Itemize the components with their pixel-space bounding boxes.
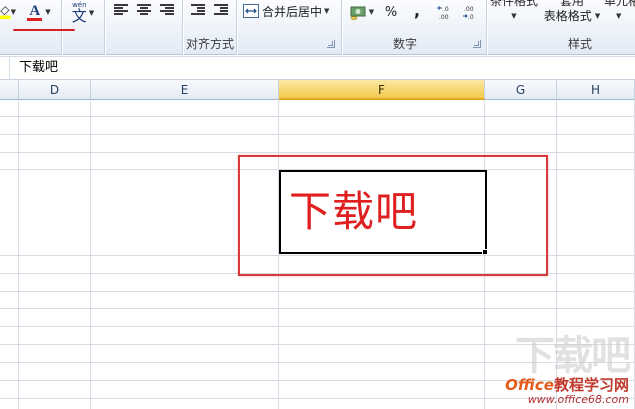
increase-indent-icon[interactable]	[214, 4, 228, 16]
format-as-table-label: 表格格式	[543, 9, 592, 23]
format-as-table-button[interactable]: 套用 表格格式 ▼	[540, 0, 604, 28]
accounting-format-button[interactable]: ▼	[347, 2, 377, 22]
annotation-highlight-box	[238, 155, 548, 276]
column-headers: D E F G H	[0, 80, 635, 100]
group-label-number: 数字	[392, 37, 417, 51]
ribbon-separator	[104, 0, 105, 55]
column-header-e[interactable]: E	[91, 80, 279, 100]
formula-input[interactable]: 下载吧	[11, 57, 635, 79]
phonetic-guide-button[interactable]: wén 文 ▼	[66, 1, 100, 25]
decrease-indent-icon[interactable]	[191, 4, 205, 16]
decrease-decimal-icon: .00 .0	[463, 6, 474, 20]
accounting-icon	[350, 6, 366, 20]
format-as-table-top-label: 套用	[559, 0, 584, 8]
formula-bar: 下载吧	[0, 56, 635, 80]
chevron-down-icon: ▼	[45, 8, 51, 16]
comma-style-button[interactable]: ,	[410, 1, 424, 20]
cell-styles-button[interactable]: 单元格 ▼	[604, 0, 635, 28]
dialog-launcher-icon[interactable]	[327, 40, 335, 48]
align-center-icon[interactable]	[137, 4, 151, 16]
chevron-down-icon: ▼	[10, 8, 16, 16]
merge-center-label: 合并后居中	[262, 4, 323, 19]
group-label-styles: 样式	[567, 37, 592, 51]
ribbon: ▼ A ▼ wén 文 ▼ 合并后居中 ▼ 对齐方式 ▼ % , .0 .00 …	[0, 0, 635, 55]
chevron-down-icon: ▼	[594, 12, 601, 20]
watermark-logo: 下载吧	[515, 333, 631, 379]
align-right-icon[interactable]	[160, 4, 174, 16]
percent-style-button[interactable]: %	[382, 3, 400, 21]
annotation-underline	[13, 29, 75, 31]
decrease-decimal-button[interactable]: .00 .0	[461, 3, 483, 21]
watermark-url: www.office68.com	[527, 393, 629, 406]
ribbon-separator	[61, 0, 62, 55]
group-label-alignment: 对齐方式	[185, 37, 234, 51]
increase-decimal-button[interactable]: .0 .00	[436, 3, 458, 21]
chevron-down-icon: ▼	[88, 9, 95, 17]
column-header-g[interactable]: G	[485, 80, 557, 100]
svg-text:.0: .0	[468, 14, 474, 20]
column-header-h[interactable]: H	[557, 80, 635, 100]
fill-bucket-icon	[0, 6, 11, 20]
svg-text:.00: .00	[464, 6, 474, 13]
fill-color-button[interactable]: ▼	[0, 3, 16, 21]
ribbon-separator	[341, 0, 342, 55]
merge-cells-icon	[243, 4, 259, 18]
align-left-icon[interactable]	[114, 4, 128, 16]
ribbon-separator	[486, 0, 487, 55]
merge-center-button[interactable]: 合并后居中 ▼	[243, 2, 339, 20]
conditional-formatting-label: 条件格式	[489, 0, 538, 8]
cell-styles-label: 单元格	[604, 0, 635, 8]
chevron-down-icon: ▼	[324, 7, 330, 15]
watermark-brand: Office教程学习网	[505, 376, 629, 394]
svg-text:.0: .0	[443, 6, 449, 13]
increase-decimal-icon: .0 .00	[437, 6, 449, 20]
conditional-formatting-button[interactable]: 条件格式 ▼	[488, 0, 540, 28]
chevron-down-icon: ▼	[368, 8, 375, 16]
phonetic-icon: wén 文	[71, 1, 87, 25]
font-color-letter: A	[27, 2, 43, 21]
watermark: 下载吧 Office教程学习网 www.office68.com	[505, 333, 631, 406]
svg-text:.00: .00	[439, 14, 449, 20]
row-header-corner[interactable]	[0, 80, 19, 100]
font-color-button[interactable]: A ▼	[24, 2, 54, 22]
chevron-down-icon: ▼	[511, 12, 517, 20]
dialog-launcher-icon[interactable]	[473, 40, 481, 48]
formula-bar-edge	[0, 57, 10, 79]
column-header-f[interactable]: F	[279, 80, 485, 100]
chevron-down-icon: ▼	[616, 12, 622, 20]
column-header-d[interactable]: D	[19, 80, 91, 100]
